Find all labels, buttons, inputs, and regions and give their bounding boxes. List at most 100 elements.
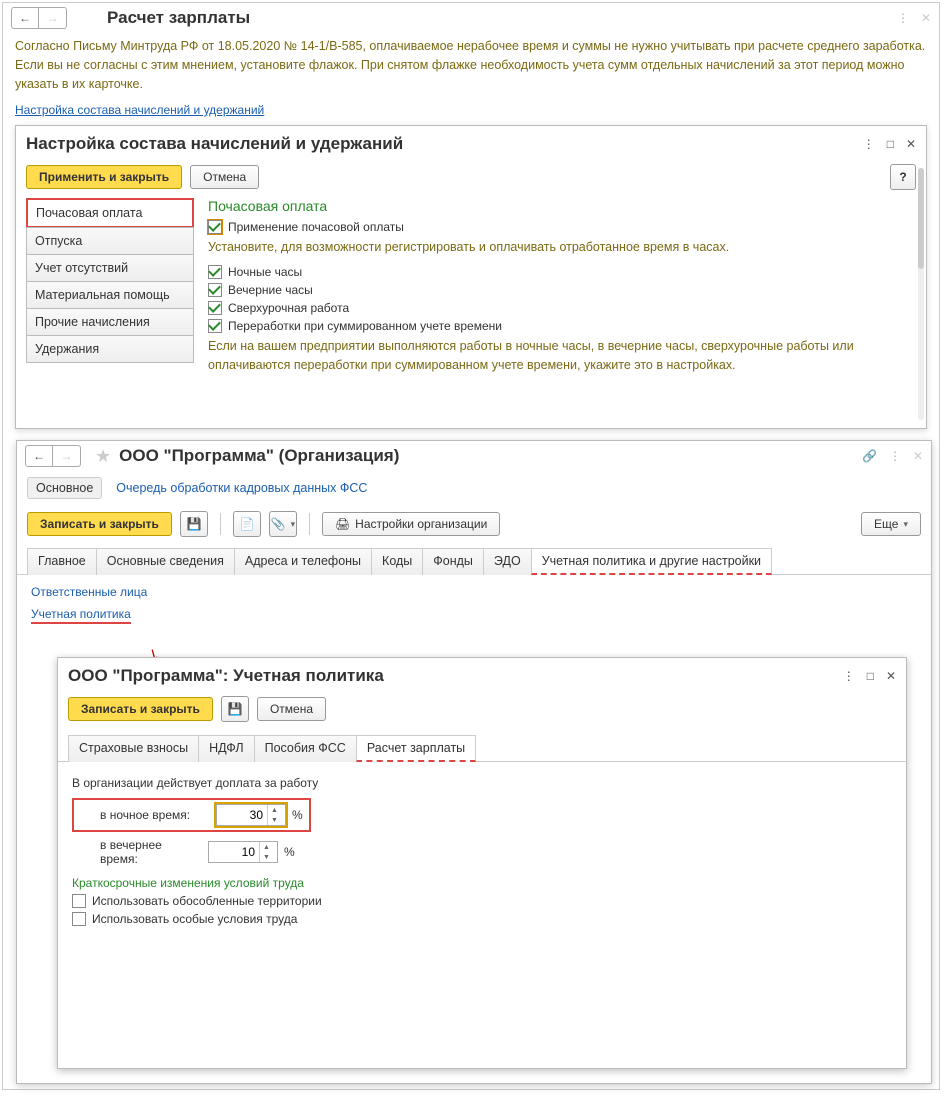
territories-checkbox[interactable] [72,894,86,908]
tab-insurance[interactable]: Страховые взносы [68,735,199,762]
back-button[interactable]: ← [25,445,53,467]
star-icon[interactable]: ★ [95,446,111,467]
doc-icon [239,517,254,531]
back-button[interactable]: ← [11,7,39,29]
side-tab-hourly[interactable]: Почасовая оплата [26,198,194,228]
night-label: Ночные часы [228,265,302,279]
print-settings-button[interactable]: Настройки организации [322,512,500,536]
cancel-button[interactable]: Отмена [257,697,326,721]
policy-header: ООО "Программа": Учетная политика [58,658,906,694]
close-icon[interactable] [913,449,923,463]
subnav-queue[interactable]: Очередь обработки кадровых данных ФСС [116,481,367,495]
percent-label: % [284,845,295,859]
link-icon[interactable] [862,449,877,463]
apply-close-button[interactable]: Применить и закрыть [26,165,182,189]
spin-up[interactable]: ▲ [260,842,273,852]
tab-addresses[interactable]: Адреса и телефоны [234,548,372,575]
divider [309,513,310,535]
maximize-icon[interactable] [867,669,874,683]
night-spinner: ▲ ▼ [216,804,286,826]
responsible-link[interactable]: Ответственные лица [31,585,917,599]
night-row-highlight: в ночное время: ▲ ▼ % [72,798,311,832]
tab-funds[interactable]: Фонды [422,548,484,575]
summarized-label: Переработки при суммированном учете врем… [228,319,502,333]
save-button[interactable] [221,696,249,722]
save-icon [227,702,242,716]
scrollbar[interactable] [918,168,924,420]
forward-button[interactable]: → [53,445,81,467]
close-icon[interactable] [921,11,931,25]
section-title: Краткосрочные изменения условий труда [72,876,892,890]
config-body: Почасовая оплата Отпуска Учет отсутствий… [16,198,926,392]
side-tab-material[interactable]: Материальная помощь [26,281,194,309]
config-content: Почасовая оплата Применение почасовой оп… [208,198,916,382]
tab-codes[interactable]: Коды [371,548,423,575]
attach-icon [271,517,286,531]
menu-icon[interactable] [843,669,855,683]
side-tab-deductions[interactable]: Удержания [26,335,194,363]
night-checkbox[interactable] [208,265,222,279]
policy-link[interactable]: Учетная политика [31,607,131,624]
menu-icon[interactable] [897,11,909,25]
forward-button[interactable]: → [39,7,67,29]
conditions-checkbox[interactable] [72,912,86,926]
org-panel: ← → ★ ООО "Программа" (Организация) Осно… [16,440,932,1084]
side-tab-absence[interactable]: Учет отсутствий [26,254,194,282]
tab-benefits[interactable]: Пособия ФСС [254,735,357,762]
print-label: Настройки организации [355,517,487,531]
attach-button[interactable] [269,511,297,537]
subnav-main[interactable]: Основное [27,477,102,499]
policy-panel: ООО "Программа": Учетная политика Записа… [57,657,907,1069]
tab-main[interactable]: Главное [27,548,97,575]
hourly-label: Применение почасовой оплаты [228,220,404,234]
percent-label: % [292,808,303,822]
page-title: Расчет зарплаты [107,8,250,28]
org-links: Ответственные лица Учетная политика [17,575,931,636]
outer-header: ← → Расчет зарплаты [3,3,939,33]
tab-salary-calc[interactable]: Расчет зарплаты [356,735,476,762]
spin-down[interactable]: ▼ [260,852,273,862]
print-icon [335,517,350,531]
side-tab-other[interactable]: Прочие начисления [26,308,194,336]
evening-checkbox[interactable] [208,283,222,297]
schedule-help: Если на вашем предприятии выполняются ра… [208,337,916,375]
config-title: Настройка состава начислений и удержаний [26,134,403,154]
night-input[interactable] [217,808,267,822]
territories-label: Использовать обособленные территории [92,894,322,908]
close-icon[interactable] [906,137,916,151]
tab-basic[interactable]: Основные сведения [96,548,235,575]
divider [220,513,221,535]
config-panel: Настройка состава начислений и удержаний… [15,125,927,429]
tab-policy-settings[interactable]: Учетная политика и другие настройки [531,548,772,575]
evening-row: в вечернее время: ▲ ▼ % [72,838,892,866]
side-tab-vacation[interactable]: Отпуска [26,227,194,255]
help-button[interactable]: ? [890,164,916,190]
config-header: Настройка состава начислений и удержаний [16,126,926,162]
menu-icon[interactable] [889,449,901,463]
cancel-button[interactable]: Отмена [190,165,259,189]
doc-button[interactable] [233,511,261,537]
save-icon [186,517,201,531]
menu-icon[interactable] [863,137,875,151]
org-subnav: Основное Очередь обработки кадровых данн… [17,471,931,505]
overtime-checkbox[interactable] [208,301,222,315]
config-link[interactable]: Настройка состава начислений и удержаний [3,101,276,119]
maximize-icon[interactable] [887,137,894,151]
evening-label: Вечерние часы [228,283,313,297]
hourly-checkbox[interactable] [208,220,222,234]
conditions-label: Использовать особые условия труда [92,912,297,926]
save-button[interactable] [180,511,208,537]
evening-input[interactable] [209,845,259,859]
tab-ndfl[interactable]: НДФЛ [198,735,255,762]
save-close-button[interactable]: Записать и закрыть [68,697,213,721]
policy-toolbar: Записать и закрыть Отмена [58,694,906,730]
spin-down[interactable]: ▼ [268,815,281,825]
more-button[interactable]: Еще [861,512,921,536]
spin-up[interactable]: ▲ [268,805,281,815]
night-label: в ночное время: [80,808,210,822]
overtime-label: Сверхурочная работа [228,301,349,315]
save-close-button[interactable]: Записать и закрыть [27,512,172,536]
tab-edo[interactable]: ЭДО [483,548,532,575]
close-icon[interactable] [886,669,896,683]
summarized-checkbox[interactable] [208,319,222,333]
